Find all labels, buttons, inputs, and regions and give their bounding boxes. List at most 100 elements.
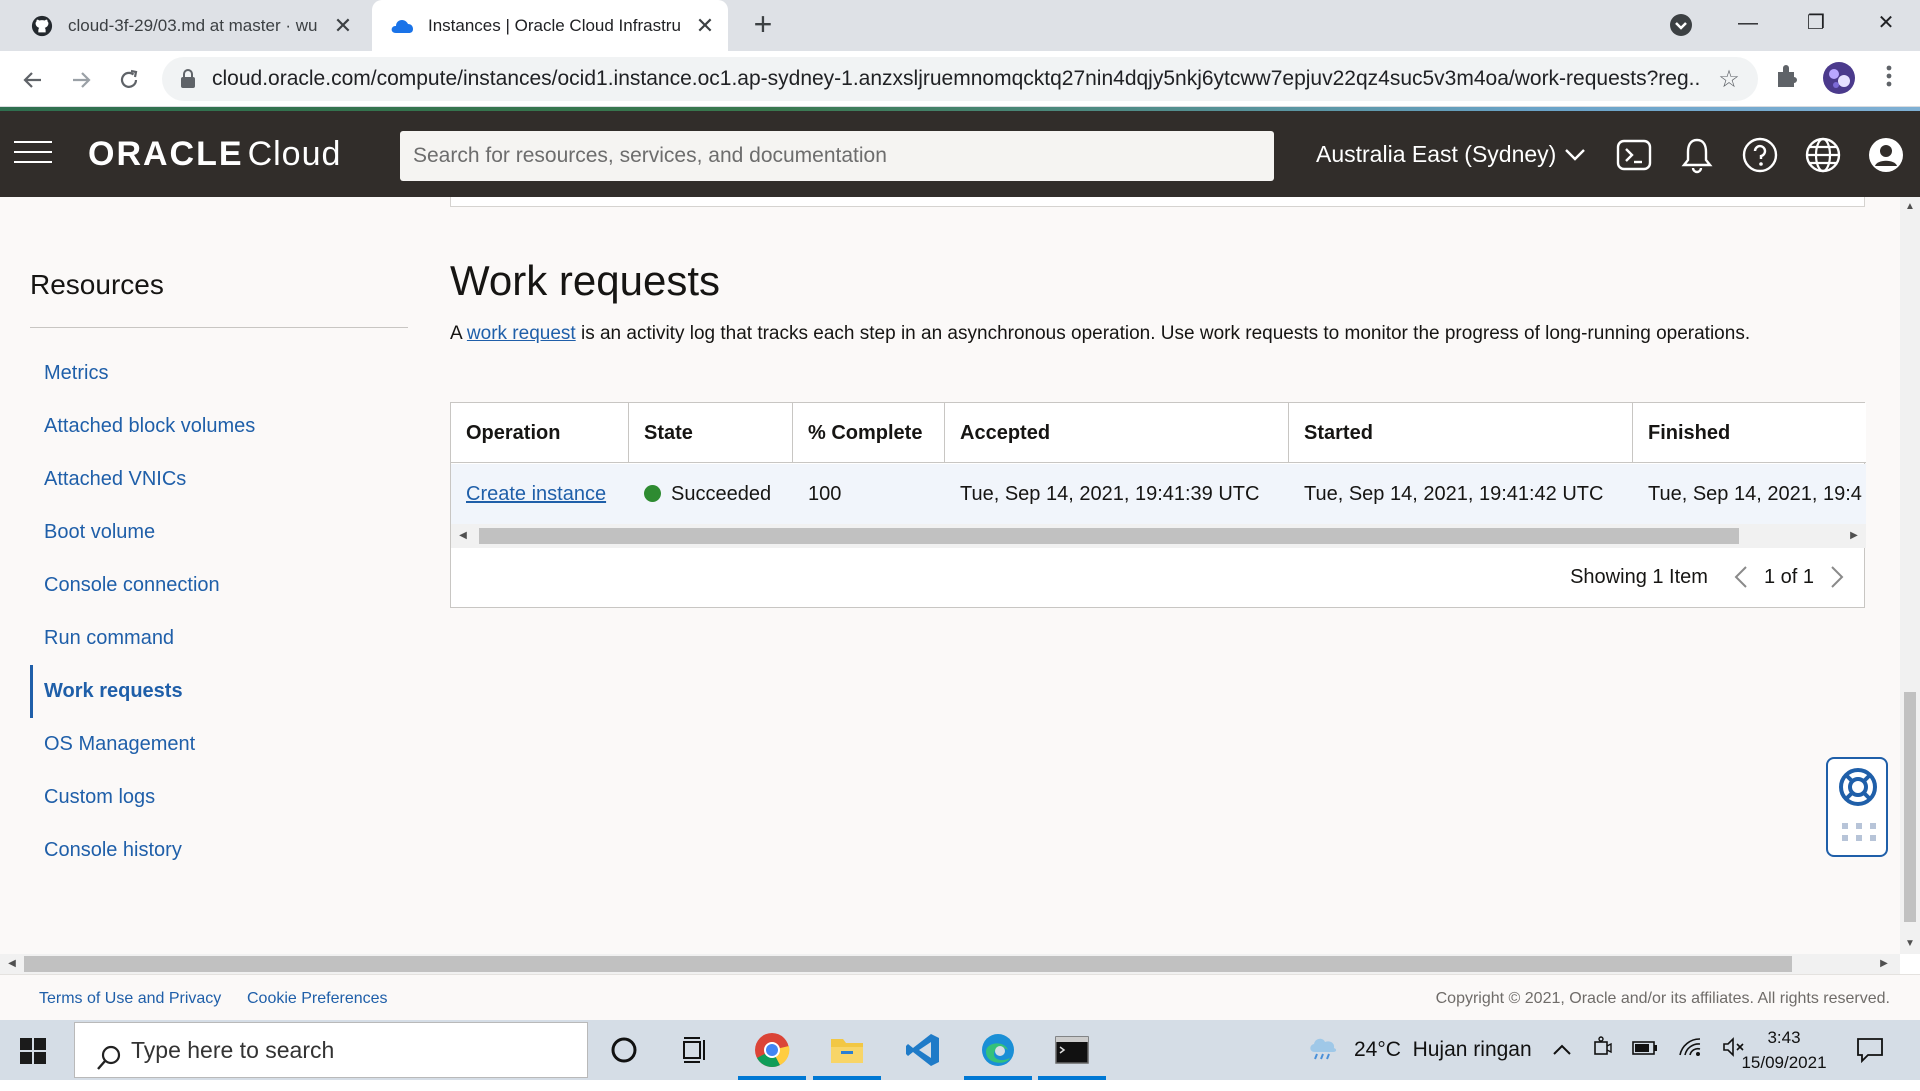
resources-item-run-command[interactable]: Run command [30,612,408,665]
column-header-complete[interactable]: % Complete [793,403,945,463]
page-vertical-scrollbar[interactable]: ▲ ▼ [1900,197,1920,954]
language-globe-icon[interactable] [1803,135,1843,175]
previous-page-icon[interactable] [1734,565,1748,590]
notification-center-icon[interactable] [1850,1030,1890,1070]
scroll-up-arrow-icon[interactable]: ▲ [1900,197,1920,217]
state-value: Succeeded [671,483,772,505]
scroll-left-arrow-icon[interactable]: ◀ [453,524,473,548]
cloud-shell-icon[interactable] [1614,135,1654,175]
resources-item-boot-volume[interactable]: Boot volume [30,506,408,559]
column-header-state[interactable]: State [629,403,793,463]
url-text: cloud.oracle.com/compute/instances/ocid1… [212,67,1700,90]
windows-start-icon[interactable] [20,1038,46,1064]
edge-icon[interactable] [978,1030,1018,1070]
restore-icon[interactable]: ❐ [1796,6,1836,40]
tab-close-icon[interactable]: ✕ [330,13,356,39]
column-header-accepted[interactable]: Accepted [945,403,1289,463]
tab-title: cloud-3f-29/03.md at master · wu [68,15,318,35]
file-explorer-icon[interactable] [827,1030,867,1070]
create-instance-link[interactable]: Create instance [466,483,606,505]
cell-started: Tue, Sep 14, 2021, 19:41:42 UTC [1304,483,1604,505]
system-clock[interactable]: 3:43 15/09/2021 [1724,1025,1844,1075]
cell-complete: 100 [808,483,842,505]
scrollbar-thumb[interactable] [479,528,1739,544]
resources-item-attached-block-volumes[interactable]: Attached block volumes [30,400,408,453]
cookie-preferences-link[interactable]: Cookie Preferences [247,990,388,1008]
logo-product: Cloud [247,135,342,173]
profile-avatar[interactable] [1822,61,1855,94]
page-horizontal-scrollbar[interactable]: ◀ ▶ [0,954,1900,974]
minimize-icon[interactable]: — [1728,6,1768,40]
user-profile-icon[interactable] [1866,135,1906,175]
back-arrow-icon[interactable] [18,65,48,95]
next-page-icon[interactable] [1830,565,1844,590]
chevron-up-icon[interactable] [1552,1038,1572,1062]
notification-bell-icon[interactable] [1677,135,1717,175]
scroll-right-arrow-icon[interactable]: ▶ [1844,524,1864,548]
cell-finished: Tue, Sep 14, 2021, 19:4 [1648,483,1862,505]
region-selector[interactable]: Australia East (Sydney) [1316,141,1586,168]
resources-item-os-management[interactable]: OS Management [30,718,408,771]
resources-heading: Resources [30,269,164,300]
column-header-finished[interactable]: Finished [1633,403,1866,463]
resources-item-console-connection[interactable]: Console connection [30,559,408,612]
weather-widget[interactable]: 24°C Hujan ringan [1306,1020,1532,1080]
help-widget[interactable] [1826,757,1888,857]
chrome-app-icon[interactable] [752,1030,792,1070]
reload-icon[interactable] [114,65,144,95]
lifebuoy-icon [1838,767,1878,812]
wifi-icon[interactable] [1678,1037,1702,1063]
task-view-icon[interactable] [676,1030,716,1070]
description-prefix: A [450,323,467,344]
browser-toolbar: cloud.oracle.com/compute/instances/ocid1… [0,51,1920,107]
resources-item-custom-logs[interactable]: Custom logs [30,771,408,824]
resources-item-attached-vnics[interactable]: Attached VNICs [30,453,408,506]
status-dot-icon [644,485,661,502]
hamburger-menu-icon[interactable] [14,141,52,165]
tab-search-icon[interactable] [1668,12,1694,38]
scrollbar-thumb[interactable] [1904,692,1916,922]
scroll-right-arrow-icon[interactable]: ▶ [1874,954,1894,974]
address-bar[interactable]: cloud.oracle.com/compute/instances/ocid1… [162,57,1758,101]
bookmark-star-icon[interactable]: ☆ [1714,65,1744,94]
clock-date: 15/09/2021 [1741,1053,1827,1072]
work-request-link[interactable]: work request [467,323,576,344]
battery-icon[interactable] [1632,1038,1658,1062]
tab-close-icon[interactable]: ✕ [692,13,718,39]
vscode-icon[interactable] [903,1030,943,1070]
taskbar-search-input[interactable]: Type here to search [74,1022,588,1078]
lock-icon [180,69,198,89]
scroll-left-arrow-icon[interactable]: ◀ [2,954,22,974]
clock-time: 3:43 [1767,1028,1801,1047]
column-header-started[interactable]: Started [1289,403,1633,463]
global-search-input[interactable]: Search for resources, services, and docu… [400,131,1274,181]
terminal-icon[interactable] [1052,1030,1092,1070]
app-indicator [1038,1076,1106,1080]
resources-item-work-requests[interactable]: Work requests [30,665,408,718]
table-row: Create instance Succeeded 100 Tue, Sep 1… [451,464,1866,524]
column-header-operation[interactable]: Operation [451,403,629,463]
resources-item-console-history[interactable]: Console history [30,824,408,877]
page-title: Work requests [450,257,720,304]
new-tab-button[interactable]: + [748,8,778,40]
meet-now-icon[interactable] [1592,1036,1612,1064]
windows-taskbar: Type here to search 24°C Hujan ringan 3:… [0,1020,1920,1080]
chevron-down-icon [1564,141,1586,168]
browser-tab-github[interactable]: cloud-3f-29/03.md at master · wu ✕ [12,0,366,51]
description-suffix: is an activity log that tracks each step… [575,323,1751,344]
divider [30,327,408,328]
search-icon [95,1037,123,1070]
scrollbar-thumb[interactable] [24,956,1792,972]
scroll-down-arrow-icon[interactable]: ▼ [1900,934,1920,954]
browser-tab-oracle[interactable]: Instances | Oracle Cloud Infrastru ✕ [372,0,728,51]
oracle-cloud-logo[interactable]: ORACLE Cloud [88,135,341,174]
table-horizontal-scrollbar[interactable]: ◀ ▶ [451,524,1866,548]
extensions-puzzle-icon[interactable] [1774,63,1804,93]
resources-item-metrics[interactable]: Metrics [30,347,408,400]
cortana-icon[interactable] [604,1030,644,1070]
close-window-icon[interactable]: ✕ [1866,6,1906,40]
chrome-menu-icon[interactable] [1876,63,1906,93]
help-icon[interactable] [1740,135,1780,175]
forward-arrow-icon[interactable] [66,65,96,95]
terms-link[interactable]: Terms of Use and Privacy [39,990,221,1008]
